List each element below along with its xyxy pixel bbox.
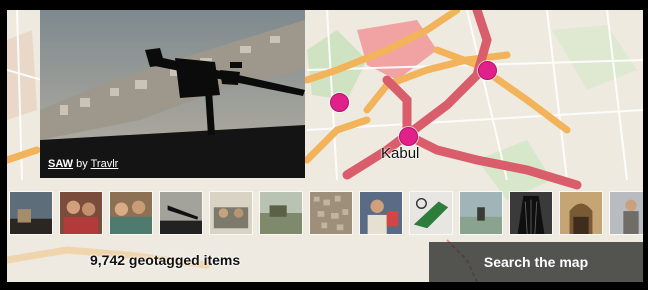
photo-filmstrip — [7, 185, 643, 240]
map-pin[interactable] — [478, 61, 497, 80]
photo-by-text: by — [76, 158, 88, 170]
featured-photo[interactable]: SAW by Travlr — [40, 10, 305, 178]
thumb-burqa-woman[interactable] — [509, 190, 553, 235]
geotagged-count: 9,742 geotagged items — [90, 252, 241, 268]
screenshot-root: SAW by Travlr Kabul 9,742 geotagged item… — [0, 0, 648, 290]
map-pin-kabul[interactable] — [399, 127, 418, 146]
thumb-mosque-arch[interactable] — [559, 190, 603, 235]
map-city-label: Kabul — [381, 145, 420, 162]
photo-caption: SAW by Travlr — [48, 158, 118, 170]
search-map-button[interactable]: Search the map — [429, 242, 643, 282]
thumb-machine-gun[interactable] — [159, 190, 203, 235]
thumb-helicopter-gunner[interactable] — [9, 190, 53, 235]
map-pin[interactable] — [330, 93, 349, 112]
thumb-children-group[interactable] — [109, 190, 153, 235]
thumb-girls-portrait[interactable] — [59, 190, 103, 235]
featured-photo-image — [40, 10, 305, 178]
thumb-soldiers-vehicle[interactable] — [209, 190, 253, 235]
photo-author-link[interactable]: Travlr — [91, 158, 119, 170]
thumb-street-portrait[interactable] — [609, 190, 643, 235]
thumb-aerial-city[interactable] — [309, 190, 353, 235]
photo-title-link[interactable]: SAW — [48, 158, 73, 170]
thumb-military-camp[interactable] — [259, 190, 303, 235]
thumb-peace-graffiti[interactable] — [409, 190, 453, 235]
geotag-panel: SAW by Travlr Kabul 9,742 geotagged item… — [7, 10, 643, 282]
thumb-child-sign[interactable] — [359, 190, 403, 235]
thumb-rider-landscape[interactable] — [459, 190, 503, 235]
